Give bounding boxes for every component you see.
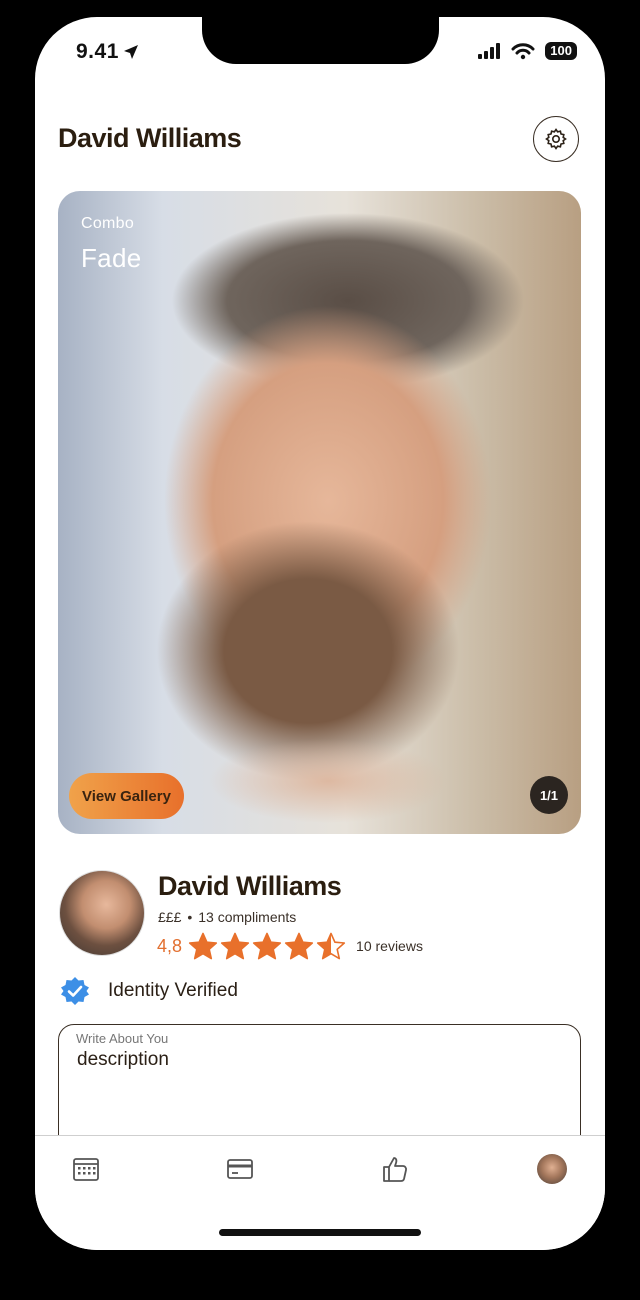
status-indicators: 100 — [477, 42, 577, 60]
star-full-icon — [220, 932, 250, 960]
notch — [202, 17, 439, 64]
profile-meta: £££ • 13 compliments — [158, 909, 296, 925]
rating-row: 4,8 10 reviews — [157, 931, 423, 961]
status-time: 9.41 — [76, 40, 139, 64]
star-full-icon — [284, 932, 314, 960]
star-full-icon — [252, 932, 282, 960]
gear-icon — [545, 128, 567, 150]
hero-category: Combo — [81, 215, 135, 232]
hero-style-name: Fade — [81, 243, 142, 273]
reviews-count[interactable]: 10 reviews — [356, 938, 423, 954]
calendar-icon — [73, 1158, 99, 1181]
signal-icon — [478, 43, 501, 59]
profile-tab-avatar — [537, 1154, 567, 1184]
profile-name: David Williams — [158, 871, 342, 901]
status-time-text: 9.41 — [76, 40, 119, 63]
wifi-icon — [511, 43, 535, 60]
phone-screen: 9.41 100 David Williams Combo Fade View … — [35, 17, 605, 1250]
page-title: David Williams — [58, 123, 242, 153]
meta-separator: • — [187, 909, 193, 925]
verified-badge-icon — [61, 977, 89, 1005]
rating-value: 4,8 — [157, 935, 183, 956]
description-value[interactable]: description — [77, 1049, 169, 1071]
price-level: £££ — [158, 909, 182, 925]
card-icon — [227, 1159, 253, 1179]
tab-payments[interactable] — [223, 1152, 257, 1186]
view-gallery-button[interactable]: View Gallery — [69, 773, 184, 819]
description-label: Write About You — [76, 1031, 169, 1046]
verified-label: Identity Verified — [108, 980, 238, 1001]
star-half-icon — [316, 932, 346, 960]
hero-photo[interactable]: Combo Fade View Gallery 1/1 — [58, 191, 581, 834]
tab-calendar[interactable] — [69, 1152, 103, 1186]
settings-button[interactable] — [533, 116, 579, 162]
photo-counter: 1/1 — [530, 776, 568, 814]
location-arrow-icon — [123, 45, 138, 59]
home-indicator — [219, 1229, 421, 1236]
tab-compliments[interactable] — [378, 1152, 412, 1186]
battery-indicator: 100 — [545, 42, 577, 60]
tab-profile[interactable] — [535, 1152, 569, 1186]
star-rating — [188, 931, 346, 961]
compliments-count: 13 compliments — [198, 909, 297, 925]
star-full-icon — [188, 932, 218, 960]
identity-verified: Identity Verified — [60, 976, 238, 1006]
profile-avatar[interactable] — [59, 870, 145, 956]
thumbs-up-icon — [383, 1157, 407, 1182]
